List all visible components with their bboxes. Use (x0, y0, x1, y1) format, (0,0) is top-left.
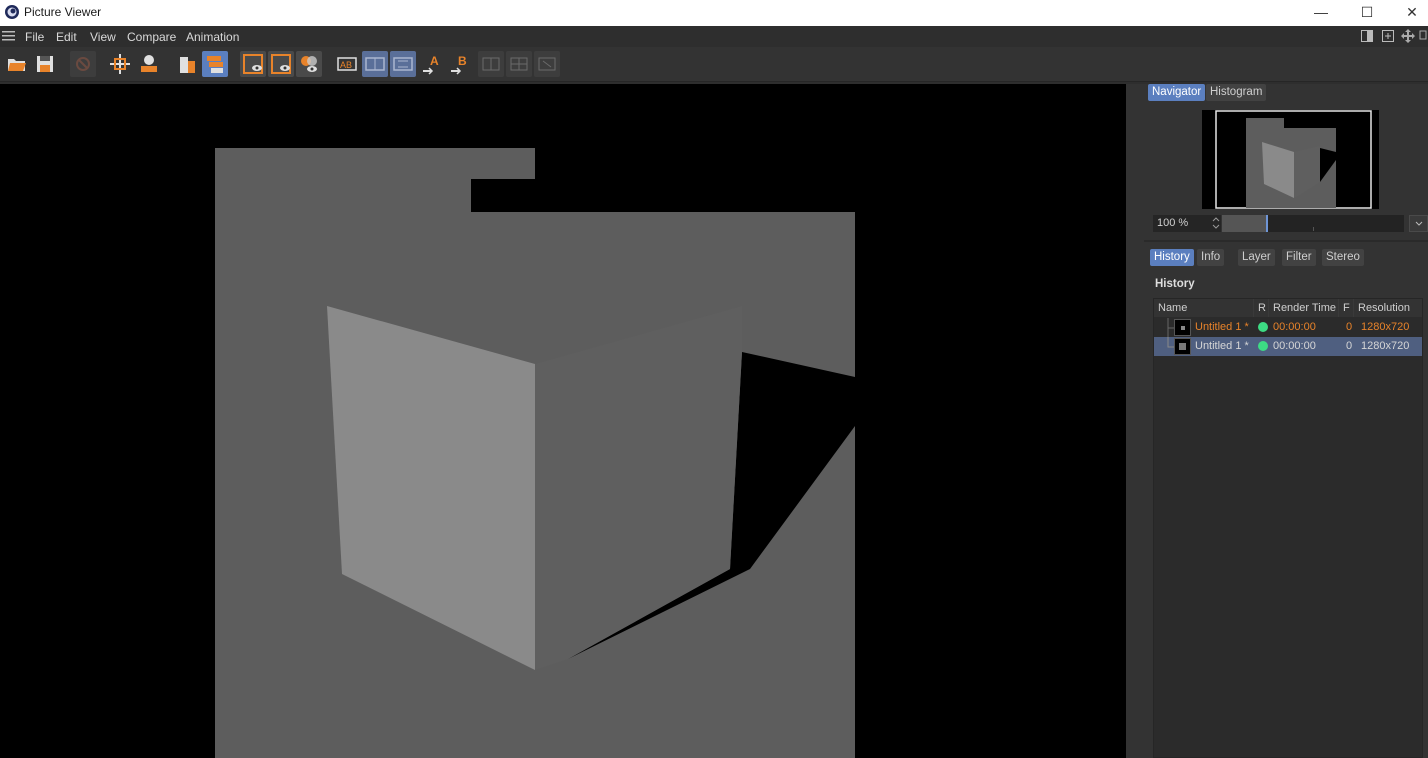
new-panel-icon[interactable] (1382, 30, 1394, 42)
set-b-icon: B (451, 54, 467, 75)
cinema4d-logo-icon (5, 5, 19, 19)
view-rgb-button[interactable] (296, 51, 322, 77)
navigator-thumbnail[interactable] (1202, 110, 1379, 209)
difference-compare-icon (393, 57, 413, 71)
folder-open-icon (8, 59, 26, 71)
history-frame: 0 (1346, 340, 1353, 352)
history-thumbnail (1174, 319, 1191, 336)
swap-ab-button[interactable] (478, 51, 504, 77)
zoom-slider-tick (1313, 227, 1314, 231)
save-icon (37, 56, 53, 72)
chevron-down-icon (1415, 221, 1423, 226)
menu-compare[interactable]: Compare (127, 30, 176, 44)
menu-bar: File Edit View Compare Animation (0, 26, 1428, 47)
ab-compare-icon: AB (337, 57, 357, 71)
side-by-side-icon (510, 57, 528, 71)
status-dot-icon (1258, 341, 1268, 351)
title-bar: Picture Viewer — ☐ ✕ (0, 0, 1428, 26)
column-header-r[interactable]: R (1254, 299, 1269, 317)
compare-difference-button[interactable] (390, 51, 416, 77)
history-thumbnail (1174, 338, 1191, 355)
status-dot-icon (1258, 322, 1268, 332)
render-region-button[interactable] (107, 51, 133, 77)
history-render-time: 00:00:00 (1273, 340, 1316, 352)
set-b-button[interactable]: B (448, 51, 474, 77)
overlay-icon (538, 57, 556, 71)
history-name: Untitled 1 * (1195, 340, 1249, 352)
image-view-icon (243, 54, 263, 74)
menu-animation[interactable]: Animation (186, 30, 239, 44)
move-panel-icon[interactable] (1401, 29, 1415, 43)
hamburger-menu-icon[interactable] (2, 30, 16, 42)
render-active-object-button[interactable] (136, 51, 162, 77)
tab-histogram[interactable]: Histogram (1206, 84, 1267, 101)
swap-icon (482, 57, 500, 71)
rgb-view-icon (301, 56, 317, 72)
thumbnail-image (1215, 110, 1372, 209)
split-compare-icon (365, 57, 385, 71)
svg-text:A: A (430, 54, 439, 68)
history-name: Untitled 1 * (1195, 321, 1249, 333)
rendered-image (215, 148, 855, 758)
filmstrip-icon (180, 57, 195, 73)
stop-render-button[interactable] (70, 51, 96, 77)
layers-button[interactable] (202, 51, 228, 77)
minimize-button[interactable]: — (1298, 0, 1344, 26)
render-object-icon (141, 55, 157, 72)
table-row[interactable]: Untitled 1 * 00:00:00 0 1280x720 (1154, 318, 1422, 337)
history-heading: History (1155, 278, 1195, 290)
maximize-button[interactable]: ☐ (1344, 0, 1390, 26)
history-table: Name R Render Time F Resolution Untitled… (1153, 298, 1423, 758)
column-header-name[interactable]: Name (1154, 299, 1254, 317)
side-by-side-button[interactable] (506, 51, 532, 77)
history-resolution: 1280x720 (1361, 321, 1410, 333)
column-header-render-time[interactable]: Render Time (1269, 299, 1339, 317)
tab-layer[interactable]: Layer (1238, 249, 1275, 266)
save-button[interactable] (32, 51, 58, 77)
menu-view[interactable]: View (90, 30, 116, 44)
table-row-selected[interactable]: Untitled 1 * 00:00:00 0 1280x720 (1154, 337, 1422, 356)
zoom-dropdown-button[interactable] (1409, 215, 1428, 232)
tab-history[interactable]: History (1150, 249, 1194, 266)
toolbar: AB A B (0, 47, 1428, 82)
set-a-icon: A (423, 54, 439, 75)
panel-separator (1144, 240, 1428, 242)
svg-text:B: B (458, 54, 467, 68)
panel-divider[interactable] (1126, 84, 1144, 758)
svg-text:AB: AB (340, 60, 352, 70)
zoom-slider[interactable] (1222, 215, 1404, 232)
view-alpha-button[interactable] (268, 51, 294, 77)
render-region-icon (110, 54, 130, 74)
zoom-stepper-icon[interactable] (1212, 216, 1220, 230)
history-resolution: 1280x720 (1361, 340, 1410, 352)
history-frame: 0 (1346, 321, 1353, 333)
filmstrip-button[interactable] (174, 51, 200, 77)
tab-filter[interactable]: Filter (1282, 249, 1316, 266)
compare-ab-button[interactable]: AB (334, 51, 360, 77)
zoom-slider-handle[interactable] (1266, 215, 1268, 232)
image-viewport[interactable] (0, 84, 1126, 758)
column-header-resolution[interactable]: Resolution (1354, 299, 1422, 317)
layout-panel-icon[interactable] (1361, 30, 1373, 42)
menu-edit[interactable]: Edit (56, 30, 77, 44)
zoom-slider-fill (1222, 215, 1266, 232)
alpha-view-icon (271, 54, 291, 74)
layers-icon (207, 56, 223, 73)
close-button[interactable]: ✕ (1389, 0, 1428, 26)
pin-panel-icon[interactable] (1418, 29, 1428, 43)
column-header-f[interactable]: F (1339, 299, 1354, 317)
window-title: Picture Viewer (24, 5, 102, 19)
history-render-time: 00:00:00 (1273, 321, 1316, 333)
overlay-button[interactable] (534, 51, 560, 77)
set-a-button[interactable]: A (420, 51, 446, 77)
tab-navigator[interactable]: Navigator (1148, 84, 1206, 101)
menu-file[interactable]: File (25, 30, 44, 44)
stop-render-icon (76, 57, 90, 71)
compare-split-button[interactable] (362, 51, 388, 77)
view-image-button[interactable] (240, 51, 266, 77)
zoom-field[interactable]: 100 % (1153, 215, 1221, 232)
open-file-button[interactable] (4, 51, 30, 77)
tab-info[interactable]: Info (1197, 249, 1225, 266)
tab-stereo[interactable]: Stereo (1322, 249, 1364, 266)
